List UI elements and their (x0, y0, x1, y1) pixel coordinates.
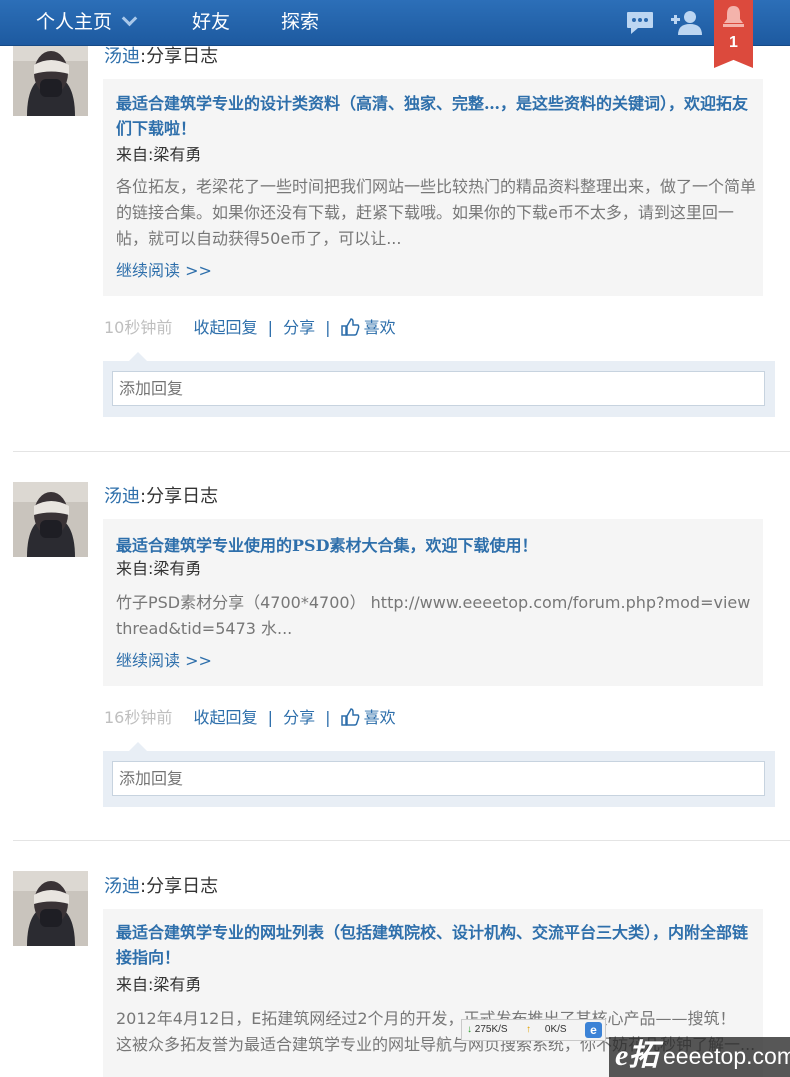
separator: | (325, 318, 331, 337)
nav-home-menu[interactable]: 个人主页 (36, 10, 138, 34)
post-source: 来自:梁有勇 (116, 975, 202, 994)
like-label: 喜欢 (363, 708, 396, 727)
thumbs-up-icon (340, 318, 360, 336)
reply-input[interactable] (112, 371, 765, 406)
separator: | (267, 318, 273, 337)
nav-friends[interactable]: 好友 (192, 10, 230, 34)
post-time: 10秒钟前 (104, 318, 173, 337)
post-divider (13, 451, 790, 452)
post-excerpt: 各位拓友，老梁花了一些时间把我们网站一些比较热门的精品资料整理出来，做了一个简单… (116, 177, 757, 248)
add-friend-icon[interactable] (670, 10, 706, 36)
post-header: 汤迪:分享日志 (104, 876, 218, 898)
post-meta: 10秒钟前 收起回复 | 分享 | 喜欢 (104, 317, 396, 339)
site-watermark: e拓 eeeetop.com (609, 1037, 790, 1077)
post-verb: :分享日志 (140, 486, 219, 507)
post-divider (13, 840, 790, 841)
share-link[interactable]: 分享 (283, 708, 315, 727)
network-speed-meter: ↓ 275K/S ↑ 0K/S e (461, 1019, 606, 1041)
post-time: 16秒钟前 (104, 708, 173, 727)
reply-area (103, 742, 775, 807)
thumbs-up-icon (340, 708, 360, 726)
collapse-replies-link[interactable]: 收起回复 (193, 318, 257, 337)
share-link[interactable]: 分享 (283, 318, 315, 337)
author-link[interactable]: 汤迪 (104, 46, 140, 67)
like-label: 喜欢 (363, 318, 396, 337)
author-link[interactable]: 汤迪 (104, 876, 140, 897)
separator: | (325, 708, 331, 727)
bell-icon (723, 6, 744, 27)
post-verb: :分享日志 (140, 46, 219, 67)
browser-icon[interactable]: e (585, 1022, 602, 1038)
download-speed: ↓ 275K/S (467, 1024, 508, 1035)
post-header: 汤迪:分享日志 (104, 486, 218, 508)
arrow-down-icon: ↓ (467, 1024, 472, 1035)
post-excerpt: 竹子PSD素材分享（4700*4700） http://www.eeeetop.… (116, 593, 751, 638)
avatar[interactable] (13, 482, 88, 557)
top-nav-bar: 个人主页 好友 探索 1 (0, 0, 790, 68)
reply-area (103, 352, 775, 417)
arrow-up-icon: ↑ (526, 1024, 531, 1035)
upload-speed: ↑ 0K/S (526, 1024, 567, 1035)
author-link[interactable]: 汤迪 (104, 486, 140, 507)
shared-blog-card: 最适合建筑学专业的设计类资料（高清、独家、完整…，是这些资料的关键词），欢迎拓友… (103, 79, 763, 296)
watermark-site: eeeetop.com (663, 1043, 790, 1069)
watermark-logo: e拓 (615, 1039, 659, 1072)
like-button[interactable]: 喜欢 (340, 318, 396, 337)
post-title[interactable]: 最适合建筑学专业的设计类资料（高清、独家、完整…，是这些资料的关键词），欢迎拓友… (116, 91, 752, 141)
collapse-replies-link[interactable]: 收起回复 (193, 708, 257, 727)
avatar[interactable] (13, 871, 88, 946)
notification-count: 1 (729, 34, 738, 51)
post-source: 来自:梁有勇 (116, 145, 202, 164)
post-header: 汤迪:分享日志 (104, 46, 218, 68)
read-more-link[interactable]: 继续阅读 >> (116, 650, 212, 672)
post-meta: 16秒钟前 收起回复 | 分享 | 喜欢 (104, 707, 396, 729)
post-verb: :分享日志 (140, 876, 219, 897)
shared-blog-card: 最适合建筑学专业使用的PSD素材大合集，欢迎下载使用！ 来自:梁有勇 竹子PSD… (103, 519, 763, 686)
chevron-down-icon (121, 10, 138, 27)
chat-icon[interactable] (626, 11, 654, 34)
notification-badge[interactable]: 1 (714, 0, 753, 68)
post-title[interactable]: 最适合建筑学专业使用的PSD素材大合集，欢迎下载使用！ (116, 533, 752, 558)
reply-input[interactable] (112, 761, 765, 796)
separator: | (267, 708, 273, 727)
read-more-link[interactable]: 继续阅读 >> (116, 260, 212, 282)
post-title[interactable]: 最适合建筑学专业的网址列表（包括建筑院校、设计机构、交流平台三大类），内附全部链… (116, 920, 752, 970)
like-button[interactable]: 喜欢 (340, 708, 396, 727)
post-source: 来自:梁有勇 (116, 559, 202, 578)
nav-home-label: 个人主页 (36, 11, 113, 33)
nav-explore[interactable]: 探索 (281, 10, 319, 34)
avatar[interactable] (13, 41, 88, 116)
